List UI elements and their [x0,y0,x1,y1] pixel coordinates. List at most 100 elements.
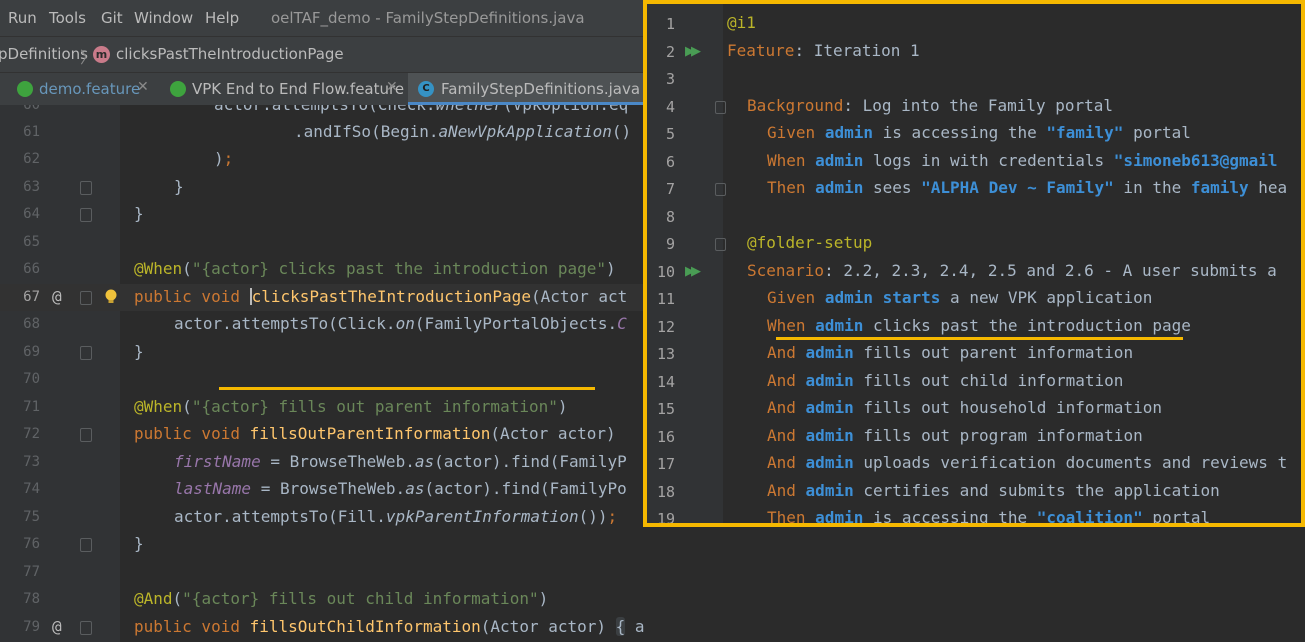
feature-text: Given admin starts a new VPK application [767,288,1153,307]
fold-icon[interactable] [715,183,726,196]
java-editor[interactable]: 60 actor.attemptsTo(Check.whether(VpkOpt… [0,105,645,642]
feature-line: 16 And admin fills out program informati… [647,423,1301,450]
feature-line: 15 And admin fills out household informa… [647,395,1301,422]
menu-run[interactable]: Run [8,9,37,27]
feature-text: And admin uploads verification documents… [767,453,1288,472]
fold-icon[interactable] [715,101,726,114]
line-number: 5 [665,125,675,143]
fold-icon[interactable] [80,346,92,360]
line-number: 72 [23,426,40,442]
breadcrumb-method[interactable]: clicksPastTheIntroductionPage [116,45,344,63]
code-text: actor.attemptsTo(Check.whether(VpkOption… [214,105,628,114]
class-icon: C [418,81,434,97]
feature-line: 6 When admin logs in with credentials "s… [647,148,1301,175]
line-number: 13 [656,345,675,363]
tab-family-step-definitions[interactable]: C FamilyStepDefinitions.java [408,73,645,105]
line-number: 63 [23,179,40,195]
code-text: @And("{actor} fills out child informatio… [134,589,549,608]
code-line: 71 @When("{actor} fills out parent infor… [0,394,645,421]
code-text: lastName = BrowseTheWeb.as(actor).find(F… [174,479,627,498]
fold-icon[interactable] [80,428,92,442]
fold-icon[interactable] [80,291,92,305]
code-text: actor.attemptsTo(Click.on(FamilyPortalOb… [174,314,627,333]
code-line-current: 67 @ public void clicksPastTheIntroducti… [0,284,645,311]
line-number: 79 [23,619,40,635]
feature-line: 17 And admin uploads verification docume… [647,450,1301,477]
code-line: 74 lastName = BrowseTheWeb.as(actor).fin… [0,476,645,503]
line-number: 65 [23,234,40,250]
code-text: } [174,177,184,196]
line-number: 2 [665,43,675,61]
run-feature-icon[interactable]: ▶▶ [685,44,701,59]
code-text: .andIfSo(Begin.aNewVpkApplication() [294,122,632,141]
fold-icon[interactable] [80,538,92,552]
line-number: 60 [23,105,40,113]
highlight-underline [219,387,595,390]
code-text: } [134,342,144,361]
feature-line: 5 Given admin is accessing the "family" … [647,120,1301,147]
line-number: 78 [23,591,40,607]
at-icon[interactable]: @ [52,617,62,636]
code-line: 75 actor.attemptsTo(Fill.vpkParentInform… [0,504,645,531]
feature-line: 7 Then admin sees "ALPHA Dev ~ Family" i… [647,175,1301,202]
feature-line: 4 Background: Log into the Family portal [647,93,1301,120]
line-number: 62 [23,151,40,167]
feature-line: 3 [647,65,1301,92]
line-number: 76 [23,536,40,552]
code-text: @When("{actor} clicks past the introduct… [134,259,616,278]
line-number: 69 [23,344,40,360]
line-number: 6 [665,153,675,171]
line-number: 10 [656,263,675,281]
menu-help[interactable]: Help [205,9,239,27]
line-number: 61 [23,124,40,140]
line-number: 74 [23,481,40,497]
feature-file-panel[interactable]: 1 @i1 2 ▶▶ Feature: Iteration 1 3 4 Back… [643,0,1305,527]
line-number: 73 [23,454,40,470]
menu-tools[interactable]: Tools [49,9,86,27]
window-title: oelTAF_demo - FamilyStepDefinitions.java [271,9,585,27]
line-number: 18 [656,483,675,501]
line-number: 4 [665,98,675,116]
code-text: } [134,534,144,553]
feature-line: 19 Then admin is accessing the "coalitio… [647,505,1301,527]
code-text: ); [214,149,234,168]
fold-icon[interactable] [80,621,92,635]
close-icon[interactable]: ✕ [386,79,398,95]
feature-line: 8 [647,203,1301,230]
feature-text: Feature: Iteration 1 [727,41,920,60]
feature-line: 10 ▶▶ Scenario: 2.2, 2.3, 2.4, 2.5 and 2… [647,258,1301,285]
line-number: 14 [656,373,675,391]
code-line: 66 @When("{actor} clicks past the introd… [0,256,645,283]
line-number: 15 [656,400,675,418]
feature-line: 14 And admin fills out child information [647,368,1301,395]
feature-line: 13 And admin fills out parent informatio… [647,340,1301,367]
line-number: 70 [23,371,40,387]
at-icon[interactable]: @ [52,287,62,306]
fold-icon[interactable] [80,181,92,195]
feature-text: Then admin is accessing the "coalition" … [767,508,1211,527]
close-icon[interactable]: ✕ [137,79,149,95]
menu-git[interactable]: Git [101,9,123,27]
cucumber-icon [170,81,186,97]
code-line: 68 actor.attemptsTo(Click.on(FamilyPorta… [0,311,645,338]
line-number: 17 [656,455,675,473]
lightbulb-icon[interactable] [104,289,118,305]
line-number: 67 [23,289,40,305]
feature-text: And admin fills out child information [767,371,1124,390]
run-scenario-icon[interactable]: ▶▶ [685,264,701,279]
tab-vpk-feature[interactable]: VPK End to End Flow.feature ✕ [160,73,408,105]
feature-text: And admin certifies and submits the appl… [767,481,1220,500]
feature-text: @folder-setup [747,233,873,252]
feature-line: 11 Given admin starts a new VPK applicat… [647,285,1301,312]
feature-text: Then admin sees "ALPHA Dev ~ Family" in … [767,178,1288,197]
fold-icon[interactable] [715,238,726,251]
feature-text: Scenario: 2.2, 2.3, 2.4, 2.5 and 2.6 - A… [747,261,1277,280]
code-text: public void clicksPastTheIntroductionPag… [134,287,628,306]
feature-text: Background: Log into the Family portal [747,96,1114,115]
code-text: firstName = BrowseTheWeb.as(actor).find(… [174,452,627,471]
breadcrumb-class[interactable]: pDefinitions [0,45,88,63]
menu-window[interactable]: Window [134,9,193,27]
line-number: 64 [23,206,40,222]
fold-icon[interactable] [80,208,92,222]
tab-demo-feature[interactable]: demo.feature ✕ [0,73,160,105]
